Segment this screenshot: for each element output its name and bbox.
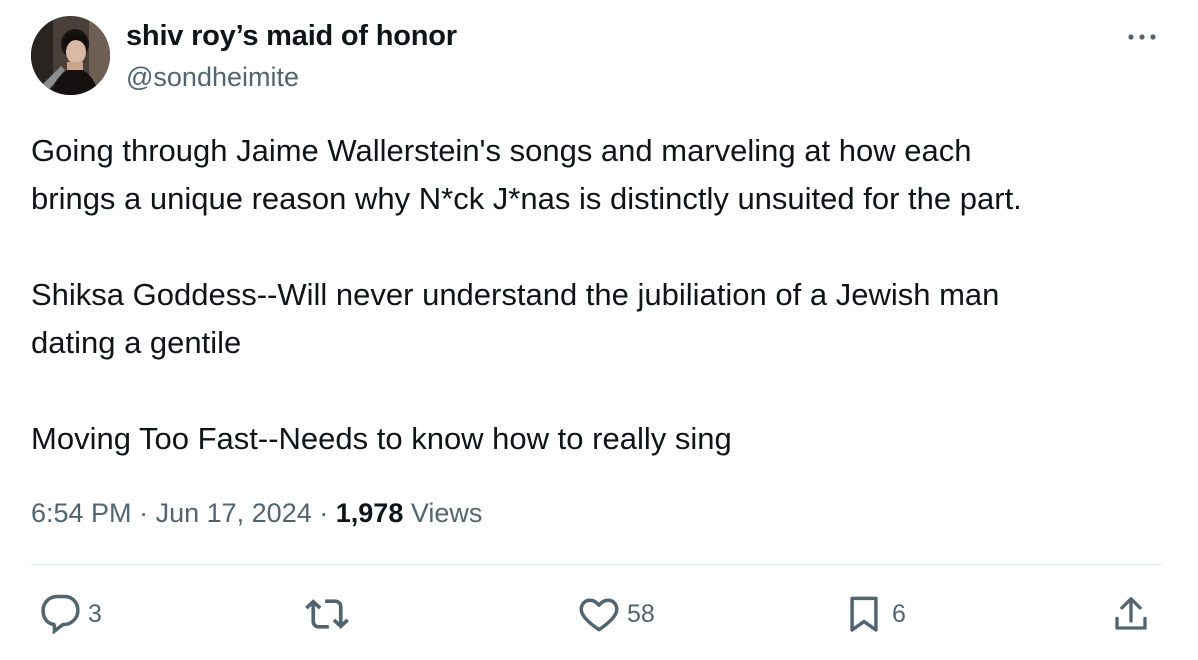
divider (31, 564, 1162, 565)
tweet-card: shiv roy’s maid of honor @sondheimite Go… (0, 0, 1198, 660)
retweet-button[interactable] (305, 590, 355, 638)
share-icon (1115, 597, 1147, 630)
tweet-meta: 6:54 PM · Jun 17, 2024 · 1,978 Views (31, 494, 482, 532)
tweet-time[interactable]: 6:54 PM (31, 498, 132, 528)
reply-button[interactable]: 3 (40, 590, 102, 638)
bookmark-icon (850, 596, 878, 632)
author-display-name[interactable]: shiv roy’s maid of honor (126, 18, 457, 54)
more-button[interactable] (1124, 22, 1160, 52)
more-horizontal-icon (1128, 34, 1156, 40)
reply-count: 3 (88, 599, 102, 628)
tweet-date[interactable]: Jun 17, 2024 (156, 498, 312, 528)
avatar-image (31, 16, 110, 95)
heart-icon (579, 598, 619, 632)
tweet-text-line: dating a gentile (31, 325, 242, 360)
like-count: 58 (627, 599, 655, 628)
bookmark-count: 6 (892, 599, 906, 628)
views-label: Views (410, 498, 483, 528)
views-count: 1,978 (335, 498, 404, 528)
meta-separator: · (139, 498, 149, 528)
like-button[interactable]: 58 (577, 590, 655, 638)
tweet-text: Going through Jaime Wallerstein's songs … (31, 127, 1171, 463)
tweet-text-line: Moving Too Fast--Needs to know how to re… (31, 421, 732, 456)
author-handle[interactable]: @sondheimite (126, 59, 299, 95)
avatar[interactable] (31, 16, 110, 95)
retweet-icon (305, 599, 349, 629)
tweet-text-line: Going through Jaime Wallerstein's songs … (31, 133, 972, 168)
reply-icon (41, 594, 80, 635)
share-button[interactable] (1110, 590, 1158, 638)
action-bar: 3 58 6 (0, 590, 1198, 638)
tweet-text-line: brings a unique reason why N*ck J*nas is… (31, 181, 1022, 216)
tweet-text-line: Shiksa Goddess--Will never understand th… (31, 277, 1000, 312)
meta-separator: · (319, 498, 329, 528)
bookmark-button[interactable]: 6 (842, 590, 906, 638)
